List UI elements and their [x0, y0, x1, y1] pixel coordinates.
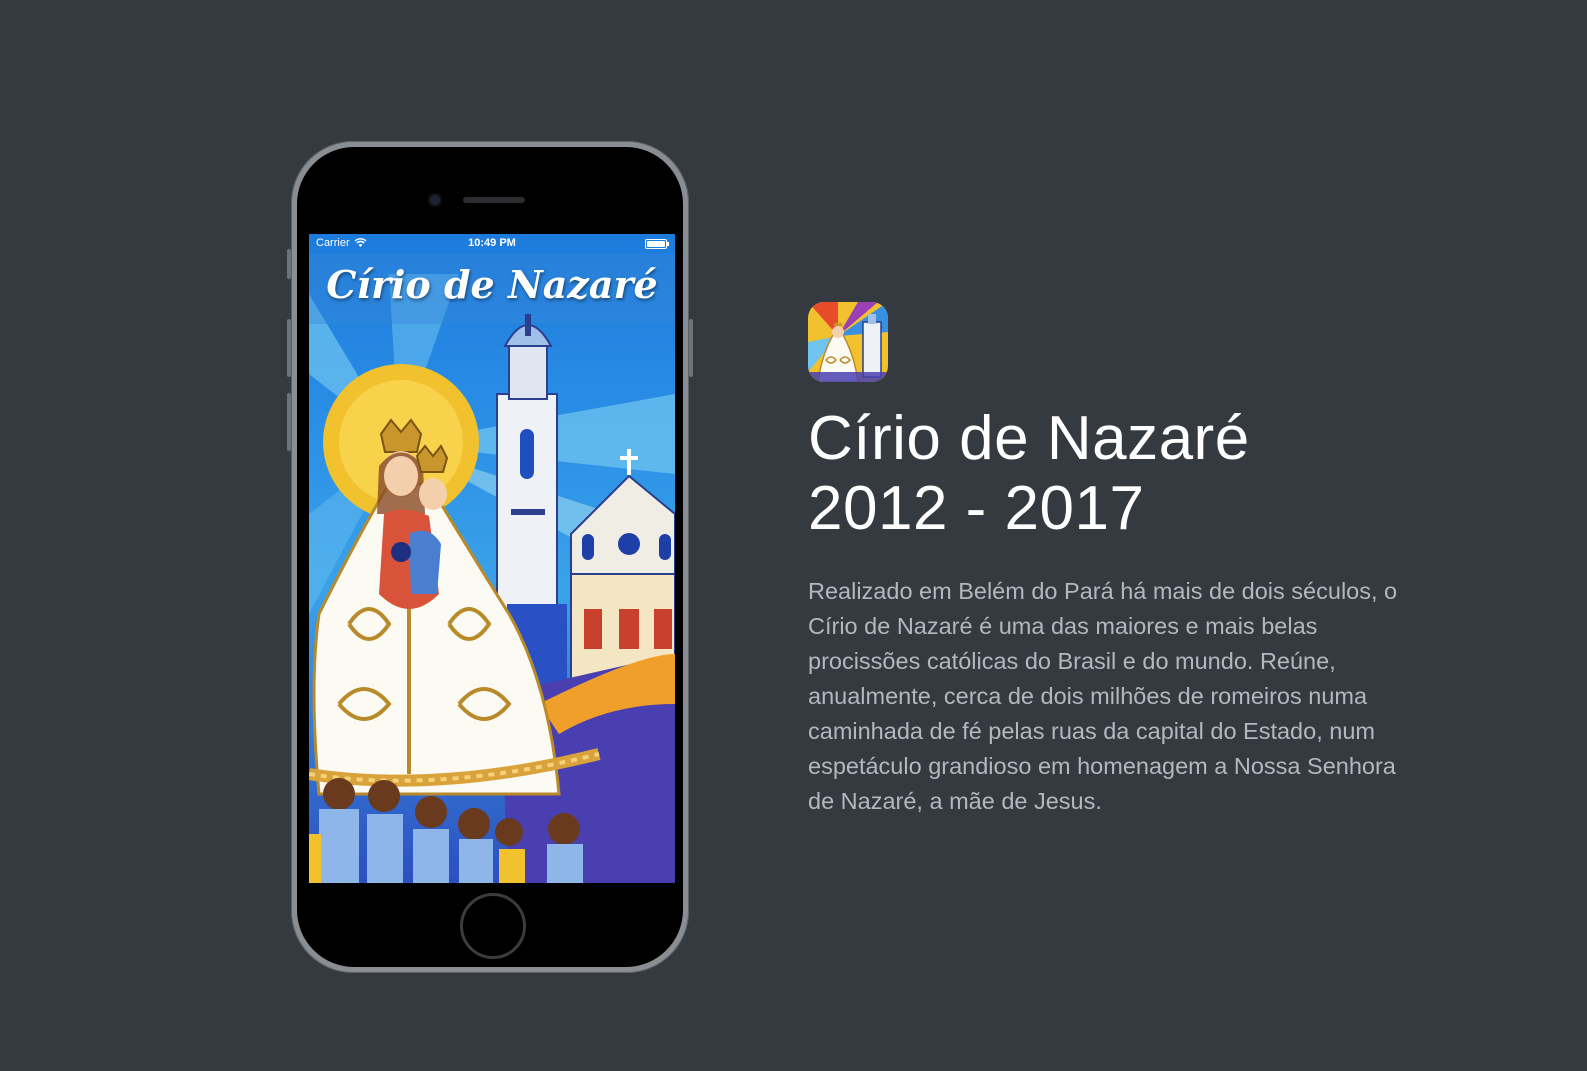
description-text: Realizado em Belém do Pará há mais de do… [808, 578, 1398, 814]
app-splash-title: Círio de Nazaré [326, 262, 658, 307]
volume-down-button [287, 393, 291, 451]
earpiece-speaker [463, 197, 525, 203]
power-button [689, 319, 693, 377]
app-splash-screen: Carrier 10:49 PM Círio de Nazaré [309, 234, 675, 883]
title-line-1: Círio de Nazaré [808, 404, 1250, 473]
page-title: Círio de Nazaré 2012 - 2017 [808, 404, 1398, 544]
battery-icon [645, 239, 669, 249]
app-icon [808, 302, 888, 382]
volume-up-button [287, 319, 291, 377]
app-info-panel: Círio de Nazaré 2012 - 2017 Realizado em… [808, 302, 1398, 819]
cirio-de-nazare-app-icon [808, 302, 888, 382]
stained-glass-artwork [309, 254, 675, 883]
clock: 10:49 PM [468, 237, 516, 249]
status-bar: Carrier 10:49 PM [309, 234, 675, 252]
home-button [460, 893, 526, 959]
title-line-2: 2012 - 2017 [808, 474, 1145, 543]
mute-switch [287, 249, 291, 279]
front-camera [430, 195, 440, 205]
